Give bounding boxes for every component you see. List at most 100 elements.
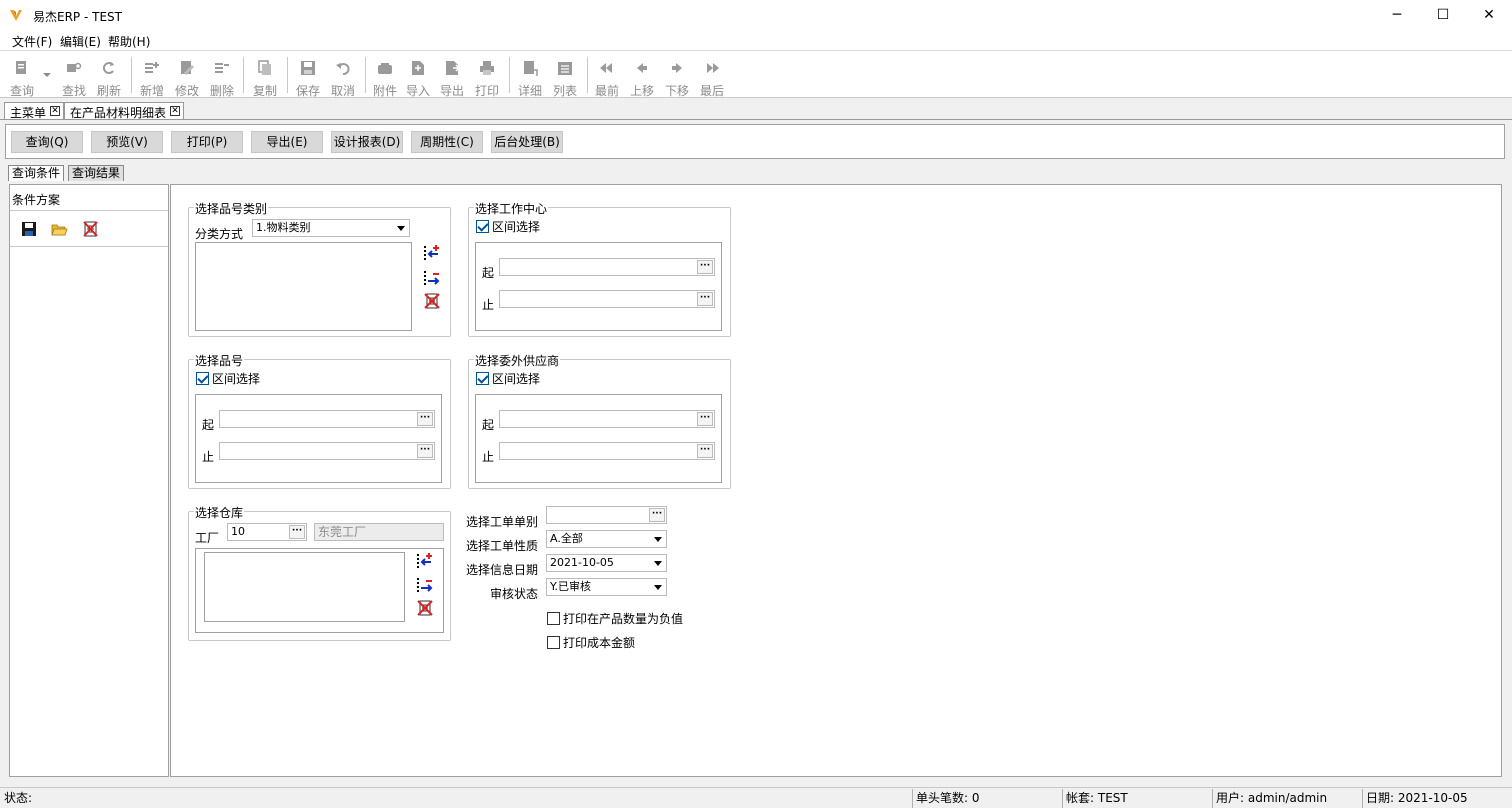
tab-query-results[interactable]: 查询结果 <box>68 165 125 181</box>
attachment-icon <box>378 63 392 74</box>
save-icon[interactable] <box>21 221 37 237</box>
outsource-supplier-legend: 选择委外供应商 <box>474 352 561 369</box>
toolbar-copy-button[interactable]: 复制 <box>248 53 282 98</box>
supplier-range-checkbox[interactable] <box>476 372 489 385</box>
work-center-group: 选择工作中心 区间选择 起 ··· 止 ··· <box>468 200 731 337</box>
ellipsis-icon[interactable]: ··· <box>417 444 433 458</box>
chevron-down-icon[interactable] <box>651 580 665 594</box>
category-list[interactable] <box>195 242 412 331</box>
toolbar-last-button[interactable]: 最后 <box>695 53 729 98</box>
item-no-to-input[interactable]: ··· <box>219 442 435 460</box>
ellipsis-icon[interactable]: ··· <box>649 508 665 522</box>
supplier-from-input[interactable]: ··· <box>499 410 715 428</box>
print-button[interactable]: 打印(P) <box>171 131 243 153</box>
warehouse-legend: 选择仓库 <box>194 504 245 521</box>
work-center-legend: 选择工作中心 <box>474 200 549 217</box>
item-category-group: 选择品号类别 分类方式 1.物料类别 <box>188 200 451 337</box>
preview-button[interactable]: 预览(V) <box>91 131 163 153</box>
detail-icon <box>524 61 538 76</box>
outsource-supplier-group: 选择委外供应商 区间选择 起 ··· 止 ··· <box>468 352 731 489</box>
periodic-button[interactable]: 周期性(C) <box>411 131 483 153</box>
work-center-from-input[interactable]: ··· <box>499 258 715 276</box>
factory-code-input[interactable]: 10 ··· <box>227 523 307 541</box>
add-item-icon[interactable] <box>423 244 441 262</box>
menu-help[interactable]: 帮助(H) <box>108 33 150 50</box>
delete-icon <box>215 63 229 73</box>
ellipsis-icon[interactable]: ··· <box>697 292 713 306</box>
toolbar-refresh-label: 刷新 <box>96 84 121 98</box>
tab-wip-material-report[interactable]: 在产品材料明细表 ✕ <box>64 102 184 120</box>
ellipsis-icon[interactable]: ··· <box>697 444 713 458</box>
menu-edit[interactable]: 编辑(E) <box>60 33 101 50</box>
document-tabs: 主菜单 ✕ 在产品材料明细表 ✕ <box>0 102 1512 120</box>
tab-query-conditions[interactable]: 查询条件 <box>8 165 65 181</box>
print-icon <box>480 61 494 75</box>
current-user: 用户: admin/admin <box>1216 791 1328 805</box>
action-bar: 查询(Q) 预览(V) 打印(P) 导出(E) 设计报表(D) 周期性(C) 后… <box>5 124 1505 159</box>
find-icon <box>67 62 82 72</box>
toolbar-print-button[interactable]: 打印 <box>470 53 504 98</box>
close-icon[interactable]: ✕ <box>170 106 180 116</box>
item-no-group: 选择品号 区间选择 起 ··· 止 ··· <box>188 352 451 489</box>
audit-status-select[interactable]: Y.已审核 <box>546 578 667 596</box>
remove-item-icon[interactable] <box>416 576 434 594</box>
save-icon <box>301 61 315 75</box>
import-icon <box>412 61 424 75</box>
tab-main-menu-label: 主菜单 <box>10 106 47 120</box>
tab-main-menu[interactable]: 主菜单 ✕ <box>4 102 64 120</box>
work-center-range-checkbox[interactable] <box>476 220 489 233</box>
warehouse-list[interactable] <box>204 552 405 622</box>
chevron-down-icon[interactable] <box>394 221 408 235</box>
print-cost-checkbox[interactable] <box>547 636 560 649</box>
first-icon <box>600 63 612 73</box>
wo-nature-select[interactable]: A.全部 <box>546 530 667 548</box>
warehouse-group: 选择仓库 工厂 10 ··· 东莞工厂 <box>188 504 451 641</box>
supplier-range-box: 起 ··· 止 ··· <box>475 394 722 483</box>
chevron-down-icon[interactable] <box>651 556 665 570</box>
add-item-icon[interactable] <box>416 552 434 570</box>
open-folder-icon[interactable] <box>51 222 68 237</box>
clear-list-icon[interactable] <box>416 599 434 617</box>
query-dropdown-icon[interactable] <box>42 71 52 79</box>
toolbar-cancel-button[interactable]: 取消 <box>326 53 360 98</box>
chevron-down-icon[interactable] <box>651 532 665 546</box>
design-report-button[interactable]: 设计报表(D) <box>331 131 403 153</box>
menu-file[interactable]: 文件(F) <box>12 33 52 50</box>
close-icon[interactable]: ✕ <box>50 106 60 116</box>
clear-list-icon[interactable] <box>423 292 441 310</box>
toolbar-print-label: 打印 <box>474 84 499 98</box>
item-no-range-checkbox[interactable] <box>196 372 209 385</box>
audit-status-label: 审核状态 <box>490 587 539 601</box>
ellipsis-icon[interactable]: ··· <box>697 412 713 426</box>
arrow-right-icon <box>672 63 682 73</box>
toolbar-list-button[interactable]: 列表 <box>548 53 582 98</box>
info-date-picker[interactable]: 2021-10-05 <box>546 554 667 572</box>
close-button[interactable]: ✕ <box>1466 0 1512 30</box>
wo-type-input[interactable]: ··· <box>546 506 667 524</box>
remove-item-icon[interactable] <box>423 269 441 287</box>
toolbar-delete-button[interactable]: 删除 <box>205 53 239 98</box>
print-negative-checkbox[interactable] <box>547 612 560 625</box>
toolbar-delete-label: 删除 <box>209 84 234 98</box>
export-button[interactable]: 导出(E) <box>251 131 323 153</box>
item-no-from-input[interactable]: ··· <box>219 410 435 428</box>
ellipsis-icon[interactable]: ··· <box>289 525 305 539</box>
minimize-button[interactable]: ─ <box>1374 0 1420 30</box>
maximize-button[interactable]: ☐ <box>1420 0 1466 30</box>
factory-name-field: 东莞工厂 <box>314 523 444 541</box>
undo-icon <box>336 63 350 75</box>
supplier-to-input[interactable]: ··· <box>499 442 715 460</box>
toolbar-query-button[interactable]: 查询 <box>5 53 39 98</box>
copy-icon <box>258 60 271 75</box>
background-process-button[interactable]: 后台处理(B) <box>491 131 563 153</box>
status-text: 状态: <box>4 791 33 805</box>
ellipsis-icon[interactable]: ··· <box>417 412 433 426</box>
toolbar-refresh-button[interactable]: 刷新 <box>92 53 126 98</box>
print-negative-label: 打印在产品数量为负值 <box>563 612 684 626</box>
classify-method-select[interactable]: 1.物料类别 <box>252 219 410 237</box>
query-button[interactable]: 查询(Q) <box>11 131 83 153</box>
ellipsis-icon[interactable]: ··· <box>697 260 713 274</box>
work-center-to-input[interactable]: ··· <box>499 290 715 308</box>
factory-name-value: 东莞工厂 <box>318 525 367 539</box>
delete-icon[interactable] <box>82 220 99 238</box>
